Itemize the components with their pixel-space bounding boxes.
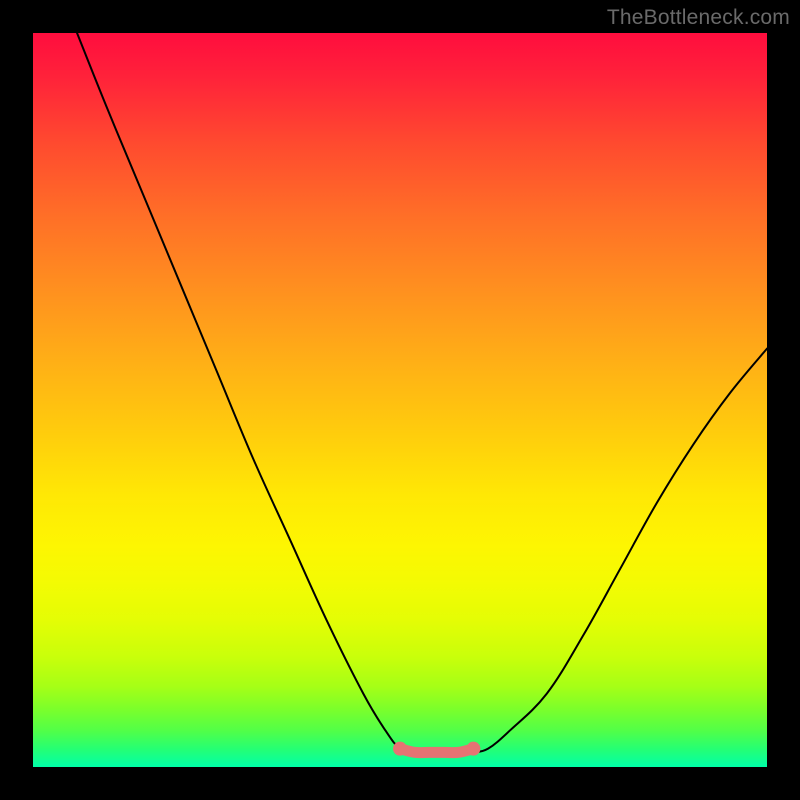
curve-right-branch xyxy=(473,349,767,753)
endpoint-marker-0 xyxy=(393,742,407,756)
curve-left-branch xyxy=(77,33,415,752)
endpoint-marker-1 xyxy=(466,742,480,756)
curve-layer xyxy=(33,33,767,767)
bottom-highlight xyxy=(400,749,473,753)
plot-area xyxy=(33,33,767,767)
chart-frame: TheBottleneck.com xyxy=(0,0,800,800)
watermark-text: TheBottleneck.com xyxy=(607,6,790,30)
